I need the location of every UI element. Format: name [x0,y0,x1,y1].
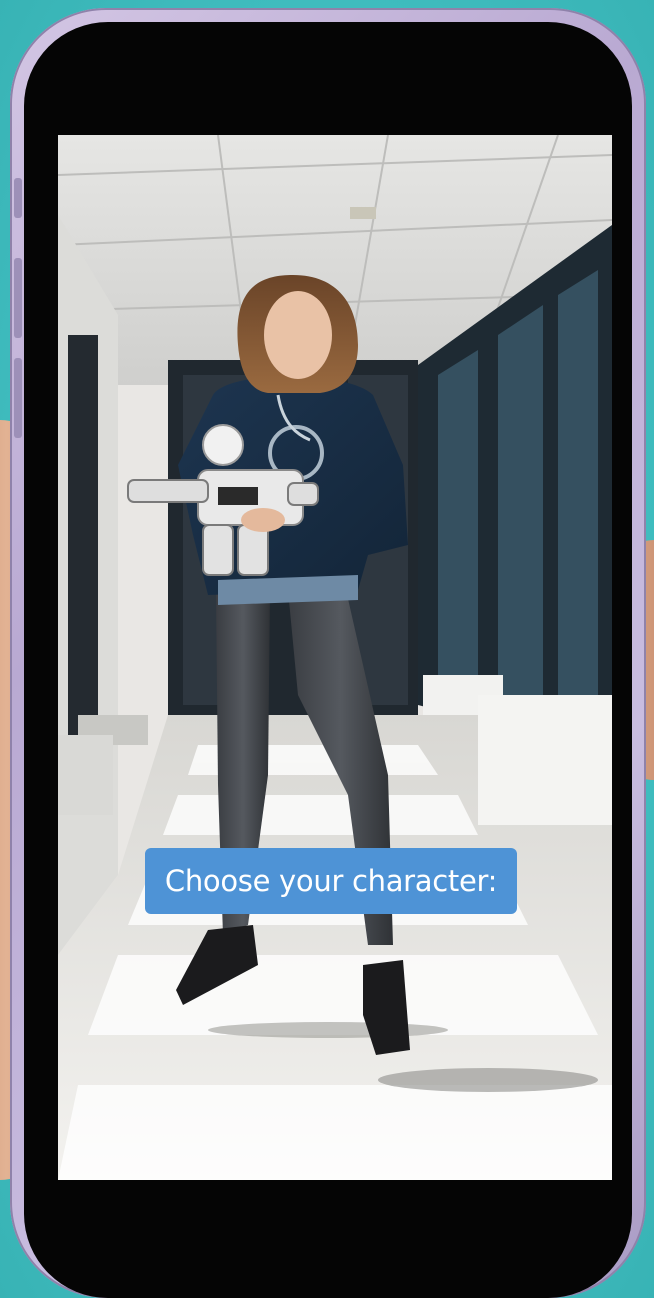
video-screen[interactable]: Choose your character: [58,135,612,1180]
volume-up-button [14,258,22,338]
caption-choose-character: Choose your character: [145,848,517,914]
mute-switch [14,178,22,218]
video-frame [58,135,612,1180]
promo-stage: Choose your character: [0,0,654,1298]
volume-down-button [14,358,22,438]
ceiling-sensor [350,207,376,219]
